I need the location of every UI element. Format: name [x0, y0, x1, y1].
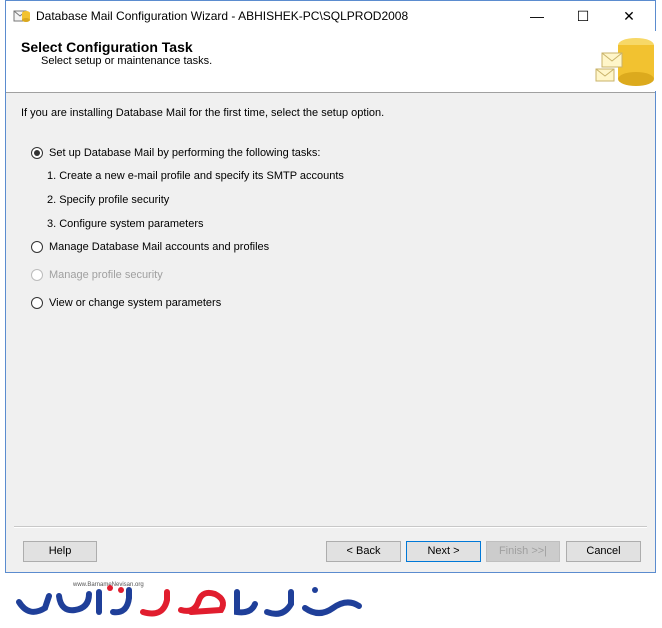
window-title: Database Mail Configuration Wizard - ABH… [36, 9, 409, 23]
minimize-button[interactable]: — [514, 1, 560, 31]
intro-text: If you are installing Database Mail for … [21, 107, 385, 119]
system-parameters-label: View or change system parameters [49, 297, 222, 309]
system-parameters-radio[interactable] [31, 297, 43, 309]
cancel-button[interactable]: Cancel [566, 541, 641, 562]
setup-step-2: 2. Specify profile security [47, 194, 170, 206]
setup-option-label: Set up Database Mail by performing the f… [49, 147, 321, 159]
finish-button: Finish >>| [486, 541, 560, 562]
wizard-window: Database Mail Configuration Wizard - ABH… [5, 0, 656, 573]
page-title: Select Configuration Task [21, 39, 193, 55]
setup-option[interactable]: Set up Database Mail by performing the f… [31, 145, 320, 161]
maximize-button[interactable]: ☐ [560, 1, 606, 31]
wizard-header: Select Configuration Task Select setup o… [6, 31, 656, 93]
next-button[interactable]: Next > [406, 541, 481, 562]
setup-radio[interactable] [31, 147, 43, 159]
help-button[interactable]: Help [23, 541, 97, 562]
manage-accounts-label: Manage Database Mail accounts and profil… [49, 241, 270, 253]
setup-step-1: 1. Create a new e-mail profile and speci… [47, 170, 344, 182]
setup-step-3: 3. Configure system parameters [47, 218, 204, 230]
close-button[interactable]: ✕ [606, 1, 652, 31]
database-mail-banner-icon [594, 31, 656, 91]
title-bar[interactable]: Database Mail Configuration Wizard - ABH… [6, 1, 655, 31]
manage-accounts-option[interactable]: Manage Database Mail accounts and profil… [31, 239, 269, 255]
manage-profile-security-label: Manage profile security [49, 269, 163, 281]
back-button[interactable]: < Back [326, 541, 401, 562]
manage-profile-security-option: Manage profile security [31, 267, 163, 283]
database-mail-app-icon [13, 10, 30, 22]
manage-profile-security-radio [31, 269, 43, 281]
manage-accounts-radio[interactable] [31, 241, 43, 253]
barnamenevisan-watermark-logo: www.BarnameNevisan.org [16, 582, 362, 617]
footer-separator [14, 526, 647, 528]
page-subtitle: Select setup or maintenance tasks. [41, 55, 213, 67]
system-parameters-option[interactable]: View or change system parameters [31, 295, 221, 311]
